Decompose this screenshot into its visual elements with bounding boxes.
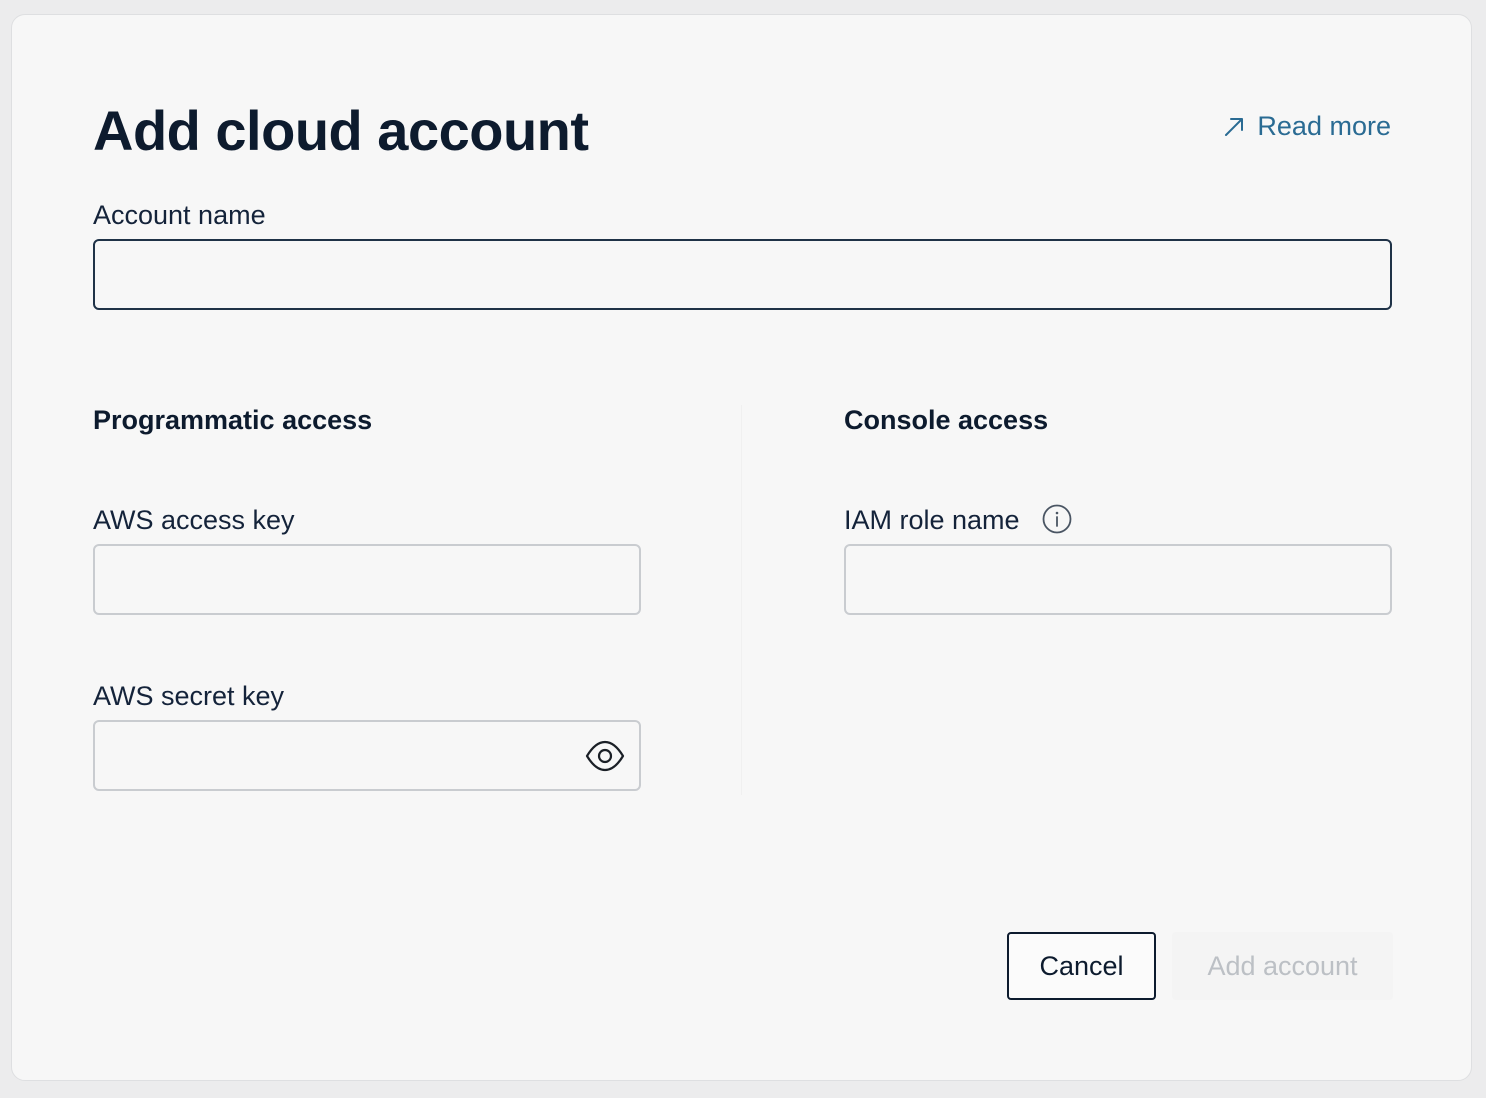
dialog-title: Add cloud account — [93, 99, 589, 162]
iam-role-name-input[interactable] — [846, 546, 1390, 613]
console-access-title: Console access — [844, 405, 1049, 435]
section-divider — [741, 405, 742, 795]
cancel-button[interactable]: Cancel — [1007, 932, 1156, 1000]
add-cloud-account-dialog: Add cloud account Read more Account name… — [11, 14, 1472, 1081]
programmatic-access-title: Programmatic access — [93, 405, 373, 435]
aws-access-key-input[interactable] — [95, 546, 639, 613]
iam-role-name-label: IAM role name — [844, 505, 1020, 535]
add-account-button[interactable]: Add account — [1172, 932, 1393, 1000]
account-name-input[interactable] — [95, 241, 1390, 308]
aws-access-key-label: AWS access key — [93, 505, 295, 535]
aws-secret-key-field-wrapper — [93, 720, 641, 791]
read-more-link[interactable]: Read more — [1223, 111, 1391, 142]
iam-role-name-field-wrapper — [844, 544, 1392, 615]
aws-secret-key-label: AWS secret key — [93, 681, 285, 711]
external-link-arrow-icon — [1223, 116, 1245, 138]
aws-secret-key-input[interactable] — [95, 722, 639, 789]
account-name-field-wrapper — [93, 239, 1392, 310]
read-more-label: Read more — [1257, 111, 1391, 141]
aws-access-key-field-wrapper — [93, 544, 641, 615]
account-name-label: Account name — [93, 200, 266, 230]
eye-icon[interactable] — [585, 738, 625, 774]
info-icon[interactable] — [1042, 504, 1072, 534]
